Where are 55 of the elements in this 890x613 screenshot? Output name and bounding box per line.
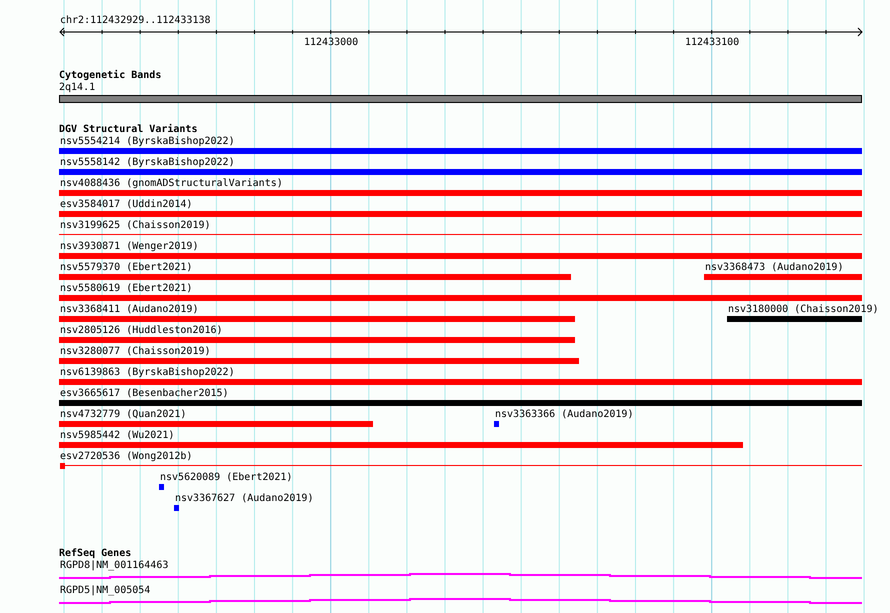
variant-bar[interactable] xyxy=(59,442,743,448)
feature-label[interactable]: nsv3199625 (Chaisson2019) xyxy=(59,220,211,232)
feature-label[interactable]: nsv5985442 (Wu2021) xyxy=(59,430,174,442)
gene-label[interactable]: RGPD5|NM_005054 xyxy=(59,585,150,597)
feature-label[interactable]: nsv3368411 (Audano2019) xyxy=(59,304,198,316)
insertion-marker[interactable] xyxy=(174,505,179,511)
variant-line[interactable] xyxy=(65,465,862,466)
region-coordinates: chr2:112432929..112433138 xyxy=(59,15,211,27)
variant-bar[interactable] xyxy=(59,379,862,385)
feature-label[interactable]: nsv3930871 (Wenger2019) xyxy=(59,241,198,253)
feature-label[interactable]: esv3584017 (Uddin2014) xyxy=(59,199,192,211)
feature-label[interactable]: esv3665617 (Besenbacher2015) xyxy=(59,388,229,400)
feature-label[interactable]: nsv4732779 (Quan2021) xyxy=(59,409,186,421)
feature-label[interactable]: nsv3180000 (Chaisson2019) xyxy=(727,304,879,316)
feature-label[interactable]: nsv5558142 (ByrskaBishop2022) xyxy=(59,157,235,169)
feature-label[interactable]: nsv5579370 (Ebert2021) xyxy=(59,262,192,274)
track-title: RefSeq Genes xyxy=(59,548,132,560)
feature-label[interactable]: nsv2805126 (Huddleston2016) xyxy=(59,325,223,337)
insertion-marker[interactable] xyxy=(159,484,164,490)
feature-label[interactable]: nsv5580619 (Ebert2021) xyxy=(59,283,192,295)
tick-label: 112433100 xyxy=(684,37,740,49)
tick-label: 112433000 xyxy=(303,37,358,49)
feature-label[interactable]: nsv3368473 (Audano2019) xyxy=(704,262,844,274)
variant-bar[interactable] xyxy=(59,211,862,217)
gene-line[interactable] xyxy=(59,573,862,580)
variant-line[interactable] xyxy=(59,234,862,235)
band-label: 2q14.1 xyxy=(59,82,96,94)
track-title: DGV Structural Variants xyxy=(59,124,198,136)
gene-label[interactable]: RGPD8|NM_001164463 xyxy=(59,560,168,572)
chromosome-band[interactable] xyxy=(59,95,862,103)
variant-bar[interactable] xyxy=(59,358,579,364)
variant-bar[interactable] xyxy=(59,274,571,280)
feature-label[interactable]: nsv3363366 (Audano2019) xyxy=(494,409,634,421)
track-title: Cytogenetic Bands xyxy=(59,70,162,82)
variant-bar[interactable] xyxy=(59,400,862,406)
feature-label[interactable]: nsv3367627 (Audano2019) xyxy=(174,493,314,505)
variant-bar[interactable] xyxy=(704,274,862,280)
feature-label[interactable]: nsv4088436 (gnomADStructuralVariants) xyxy=(59,178,283,190)
feature-label[interactable]: nsv5620089 (Ebert2021) xyxy=(159,472,292,484)
variant-marker[interactable] xyxy=(60,463,65,469)
insertion-marker[interactable] xyxy=(494,421,499,427)
variant-bar[interactable] xyxy=(59,190,862,196)
variant-bar[interactable] xyxy=(59,169,862,175)
variant-bar[interactable] xyxy=(59,421,373,427)
variant-bar[interactable] xyxy=(59,316,575,322)
variant-bar[interactable] xyxy=(59,295,862,301)
feature-label[interactable]: nsv3280077 (Chaisson2019) xyxy=(59,346,211,358)
variant-bar[interactable] xyxy=(59,253,862,259)
variant-bar[interactable] xyxy=(727,316,862,322)
feature-label[interactable]: nsv5554214 (ByrskaBishop2022) xyxy=(59,136,235,148)
feature-label[interactable]: esv2720536 (Wong2012b) xyxy=(59,451,192,463)
variant-bar[interactable] xyxy=(59,337,575,343)
gene-line[interactable] xyxy=(59,598,862,605)
feature-label[interactable]: nsv6139863 (ByrskaBishop2022) xyxy=(59,367,235,379)
variant-bar[interactable] xyxy=(59,148,862,154)
